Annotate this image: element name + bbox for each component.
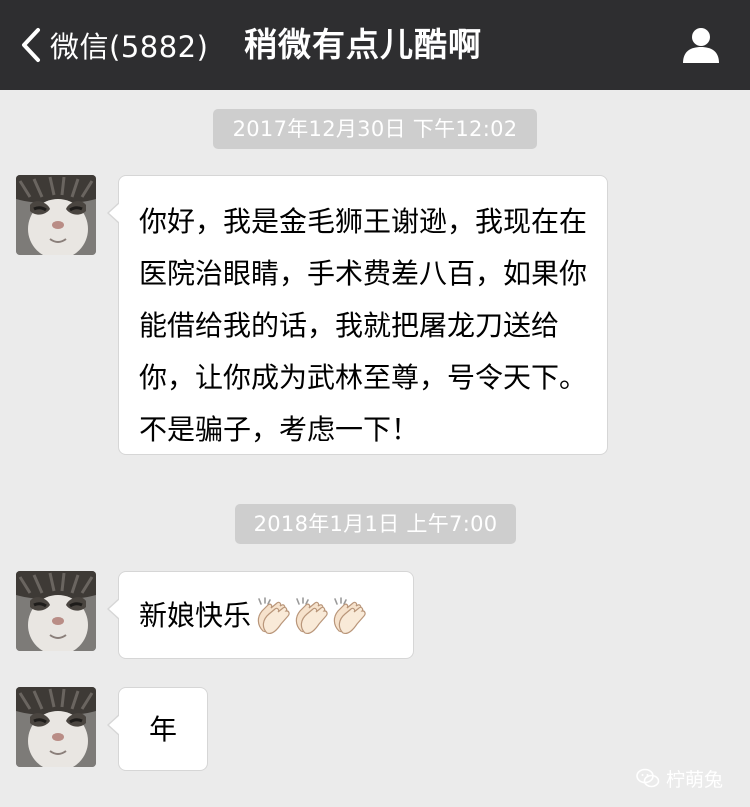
watermark: 柠萌兔	[636, 764, 723, 792]
cat-face-avatar-image	[16, 571, 96, 651]
person-icon	[683, 28, 719, 63]
contact-avatar[interactable]	[16, 571, 96, 651]
clapping-hands-icon	[257, 597, 290, 635]
clapping-hands-icon	[295, 597, 328, 635]
message-text: 年	[148, 713, 177, 746]
chevron-left-icon	[22, 28, 40, 62]
message-text: 新娘快乐	[139, 599, 252, 632]
contact-avatar[interactable]	[16, 175, 96, 255]
message-timestamp: 2017年12月30日 下午12:02	[213, 109, 537, 149]
back-label: 微信(5882)	[50, 30, 209, 64]
message-bubble[interactable]: 新娘快乐	[107, 571, 414, 659]
contact-avatar[interactable]	[16, 687, 96, 767]
chat-title: 稍微有点儿酷啊	[244, 25, 482, 64]
watermark-text: 柠萌兔	[666, 768, 724, 791]
clapping-hands-icon	[333, 597, 366, 635]
wechat-icon	[636, 768, 660, 788]
message-timestamp: 2018年1月1日 上午7:00	[235, 504, 516, 544]
chat-info-button[interactable]	[680, 24, 722, 66]
message-bubble[interactable]: 年	[107, 687, 208, 771]
top-navigation-bar: 微信(5882) 稍微有点儿酷啊	[0, 0, 750, 90]
message-text: 你好，我是金毛狮王谢逊，我现在在医院治眼睛，手术费差八百，如果你能借给我的话，我…	[139, 205, 588, 446]
cat-face-avatar-image	[16, 687, 96, 767]
cat-face-avatar-image	[16, 175, 96, 255]
emoji-group	[253, 597, 367, 637]
message-bubble[interactable]: 你好，我是金毛狮王谢逊，我现在在医院治眼睛，手术费差八百，如果你能借给我的话，我…	[107, 175, 608, 455]
back-button[interactable]: 微信(5882)	[14, 22, 208, 68]
